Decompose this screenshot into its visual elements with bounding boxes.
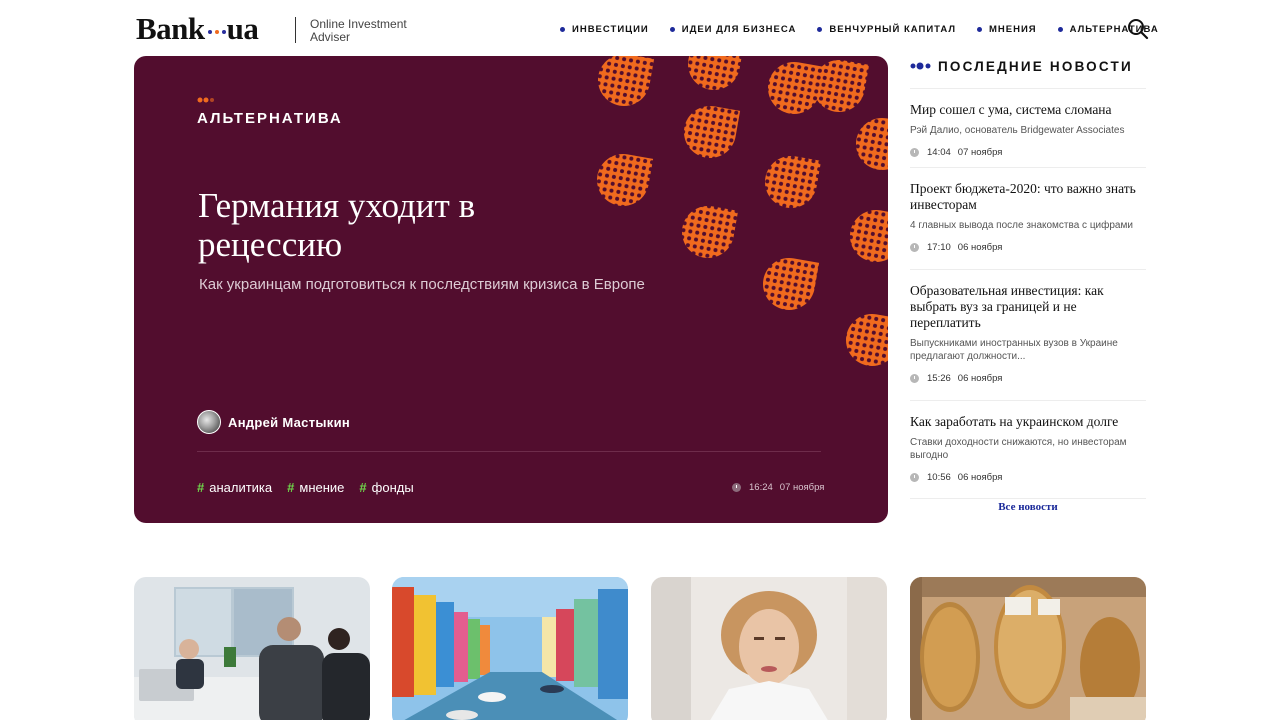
news-item-title[interactable]: Проект бюджета-2020: что важно знать инв… [910, 181, 1146, 213]
colorful-canal-houses-photo [392, 577, 628, 720]
bullet-icon [817, 27, 823, 32]
article-card-2[interactable] [392, 577, 628, 720]
news-item-meta: 14:04 07 ноября [910, 146, 1146, 158]
news-item-meta: 17:10 06 ноября [910, 241, 1146, 253]
hero-divider [197, 451, 821, 452]
article-card-3[interactable] [651, 577, 887, 720]
news-item[interactable]: Как заработать на украинском долге Ставк… [910, 400, 1146, 499]
dotted-drop-shape [846, 314, 888, 366]
news-item-meta: 15:26 06 ноября [910, 372, 1146, 384]
article-card-1[interactable] [134, 577, 370, 720]
hero-category[interactable]: АЛЬТЕРНАТИВА [197, 110, 343, 127]
main-nav: ИНВЕСТИЦИИ ИДЕИ ДЛЯ БИЗНЕСА ВЕНЧУРНЫЙ КА… [560, 24, 1180, 35]
bullet-icon [977, 27, 982, 32]
news-item-subtitle: 4 главных вывода после знакомства с цифр… [910, 220, 1133, 231]
news-item-title[interactable]: Образовательная инвестиция: как выбрать … [910, 283, 1146, 331]
dotted-drop-shape [682, 206, 739, 258]
hash-icon: # [359, 480, 367, 495]
article-card-4[interactable] [910, 577, 1146, 720]
category-dots-icon [197, 97, 214, 103]
news-item-title[interactable]: Мир сошел с ума, система сломана [910, 102, 1146, 118]
hero-article[interactable]: АЛЬТЕРНАТИВА Германия уходит в рецессию … [134, 56, 888, 523]
news-header: ПОСЛЕДНИЕ НОВОСТИ [910, 54, 1146, 78]
author-block[interactable]: Андрей Мастыкин [197, 410, 350, 434]
bullet-icon [560, 27, 565, 32]
dotted-drop-shape [763, 258, 820, 310]
site-tagline: Online Investment Adviser [310, 18, 407, 44]
nav-item-opinions[interactable]: МНЕНИЯ [977, 24, 1037, 35]
news-item-subtitle: Выпускниками иностранных вузов в Украине… [910, 338, 1118, 362]
bullet-icon [669, 27, 675, 32]
all-news-link[interactable]: Все новости [910, 501, 1146, 513]
news-item[interactable]: Образовательная инвестиция: как выбрать … [910, 269, 1146, 400]
nav-item-business-ideas[interactable]: ИДЕИ ДЛЯ БИЗНЕСА [669, 24, 797, 35]
dotted-drop-shape [768, 62, 825, 114]
news-item-subtitle: Рэй Далио, основатель Bridgewater Associ… [910, 125, 1125, 136]
clock-icon [732, 483, 741, 492]
hero-timestamp: 16:24 07 ноября [732, 482, 824, 493]
author-name[interactable]: Андрей Мастыкин [228, 415, 350, 430]
clock-icon [910, 147, 919, 157]
dotted-drop-shape [688, 56, 745, 90]
business-meeting-photo [134, 577, 370, 720]
site-header: Bank ua Online Investment Adviser ИНВЕСТИ… [0, 0, 1280, 56]
hero-date: 07 ноября [779, 482, 825, 493]
news-dots-icon [910, 62, 931, 70]
hash-icon: # [287, 480, 295, 495]
nav-item-venture-capital[interactable]: ВЕНЧУРНЫЙ КАПИТАЛ [817, 24, 956, 35]
tag-list: # аналитика # мнение # фонды [197, 480, 429, 495]
news-heading: ПОСЛЕДНИЕ НОВОСТИ [938, 58, 1133, 74]
news-item[interactable]: Мир сошел с ума, система сломана Рэй Дал… [910, 88, 1146, 167]
hero-title[interactable]: Германия уходит в рецессию [198, 186, 578, 264]
dotted-drop-shape [856, 118, 888, 170]
tagline-line-2: Adviser [310, 30, 351, 44]
tag-opinion[interactable]: # мнение [287, 480, 344, 495]
nav-item-investments[interactable]: ИНВЕСТИЦИИ [560, 24, 649, 35]
tag-analytics[interactable]: # аналитика [197, 480, 272, 495]
clock-icon [910, 472, 919, 482]
clock-icon [910, 242, 919, 252]
dotted-drop-shape [765, 156, 822, 208]
site-logo[interactable]: Bank ua [136, 12, 259, 46]
bullet-icon [1057, 27, 1063, 32]
dotted-drop-shape [684, 106, 741, 158]
news-item-title[interactable]: Как заработать на украинском долге [910, 414, 1146, 430]
dotted-drop-shape [850, 210, 888, 262]
dotted-drop-shape [598, 56, 655, 106]
tag-funds[interactable]: # фонды [359, 480, 413, 495]
hero-time: 16:24 [749, 482, 773, 493]
search-icon[interactable] [1127, 18, 1149, 40]
avatar [197, 410, 221, 434]
news-item-subtitle: Ставки доходности снижаются, но инвестор… [910, 437, 1127, 461]
logo-divider [295, 17, 296, 43]
news-item[interactable]: Проект бюджета-2020: что важно знать инв… [910, 167, 1146, 269]
hash-icon: # [197, 480, 205, 495]
clock-icon [910, 373, 919, 383]
nut-bags-shop-photo [910, 577, 1146, 720]
latest-news: ПОСЛЕДНИЕ НОВОСТИ Мир сошел с ума, систе… [910, 56, 1146, 499]
news-item-meta: 10:56 06 ноября [910, 471, 1146, 483]
hero-subtitle: Как украинцам подготовиться к последстви… [199, 276, 645, 293]
logo-dots-icon [205, 27, 227, 37]
dotted-drop-shape [597, 154, 654, 206]
woman-portrait-photo [651, 577, 887, 720]
